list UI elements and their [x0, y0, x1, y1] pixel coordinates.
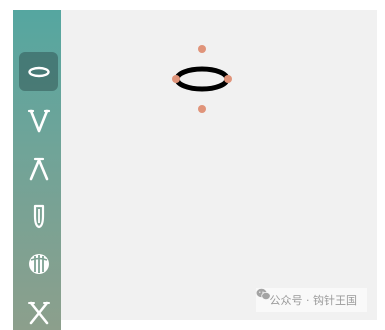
elongated-drop-icon — [33, 204, 44, 228]
v-shape-icon — [27, 109, 50, 132]
handle-left[interactable] — [172, 75, 180, 83]
elongated-drop-tool[interactable] — [19, 196, 58, 235]
watermark: 公众号 · 钩针王国 — [255, 288, 367, 312]
handle-right[interactable] — [224, 75, 232, 83]
ellipse-tool[interactable] — [19, 52, 58, 91]
v-shape-tool[interactable] — [19, 101, 58, 140]
x-shape-icon — [27, 301, 50, 324]
ellipse-outline-icon — [27, 66, 50, 77]
lambda-shape-tool[interactable] — [19, 149, 58, 188]
x-shape-tool[interactable] — [19, 292, 58, 330]
editor-app: 公众号 · 钩针王国 — [0, 0, 385, 330]
lambda-shape-icon — [29, 157, 48, 180]
canvas-shapes — [172, 45, 232, 113]
drawing-canvas[interactable]: 公众号 · 钩针王国 — [61, 10, 377, 320]
handle-bottom[interactable] — [198, 105, 206, 113]
watermark-text: 公众号 · 钩针王国 — [269, 294, 358, 307]
handle-top[interactable] — [198, 45, 206, 53]
striped-sphere-tool[interactable] — [19, 244, 58, 283]
striped-sphere-icon — [28, 253, 49, 274]
wechat-icon — [256, 288, 271, 300]
ellipse-shape[interactable] — [174, 66, 230, 92]
shape-toolbar — [13, 10, 61, 330]
